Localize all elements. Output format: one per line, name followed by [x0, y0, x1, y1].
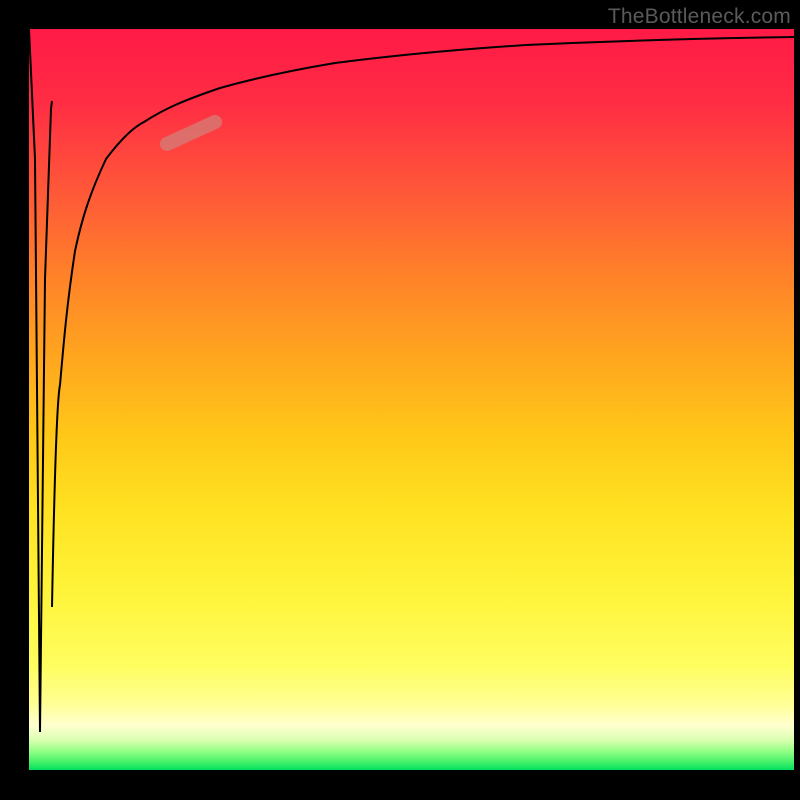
attribution-label: TheBottleneck.com	[608, 5, 791, 29]
chart-svg	[29, 29, 794, 770]
log-curve-line	[52, 37, 794, 607]
marker-highlight	[167, 122, 215, 144]
spike-down-line	[29, 29, 52, 732]
chart-canvas: TheBottleneck.com	[0, 0, 800, 800]
